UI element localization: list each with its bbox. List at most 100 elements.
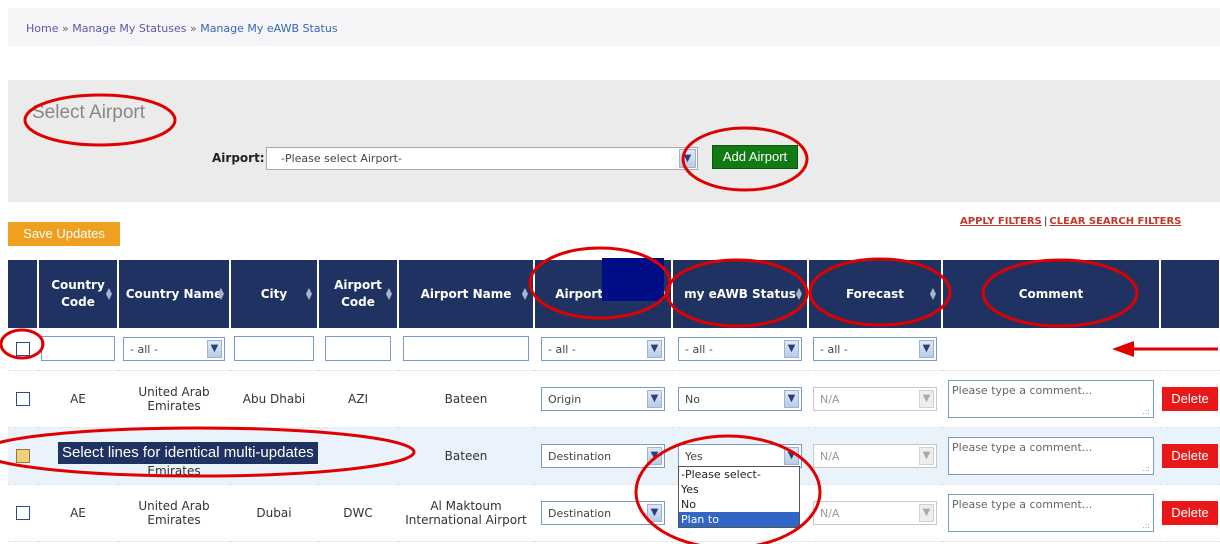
airport-type-select[interactable]: Destination ▼ xyxy=(541,443,665,468)
status-filter-select[interactable]: - all - ▼ xyxy=(678,336,802,361)
panel-title: Select Airport xyxy=(32,102,145,123)
add-airport-button[interactable]: Add Airport xyxy=(712,145,798,169)
dropdown-option[interactable]: No xyxy=(679,497,799,512)
header-airport-name[interactable]: Airport Name ▲ ▼ xyxy=(398,260,535,328)
clear-filters-link[interactable]: CLEAR SEARCH FILTERS xyxy=(1049,216,1181,227)
header-my-status[interactable]: my eAWB Status ▲ ▼ xyxy=(672,260,809,328)
header-city[interactable]: City ▲ ▼ xyxy=(230,260,319,328)
resize-grip-icon[interactable]: .:: xyxy=(1142,521,1150,530)
resize-grip-icon[interactable]: .:: xyxy=(1142,407,1150,416)
filter-cell: - all - ▼ xyxy=(672,328,808,371)
filter-links: APPLY FILTERS | CLEAR SEARCH FILTERS xyxy=(960,216,1181,227)
airport-code-filter-input[interactable] xyxy=(325,336,391,362)
multi-update-tooltip: Select lines for identical multi-updates xyxy=(58,442,318,464)
chevron-down-icon: ▼ xyxy=(919,389,934,408)
airport-name-cell: Bateen xyxy=(398,427,534,485)
resize-grip-icon[interactable]: .:: xyxy=(1142,464,1150,473)
select-all-checkbox[interactable] xyxy=(16,342,30,356)
airport-type-cell: Destination ▼ xyxy=(534,484,672,542)
chevron-down-icon[interactable]: ▼ xyxy=(647,339,662,358)
country-name-filter-select[interactable]: - all - ▼ xyxy=(123,336,225,361)
status-cell: No ▼ xyxy=(672,370,808,428)
row-select-cell xyxy=(8,484,38,542)
sort-icon[interactable]: ▲▼ xyxy=(796,287,802,301)
comment-textarea[interactable]: Please type a comment....:: xyxy=(948,436,1154,475)
country-name-cell: United Arab Emirates xyxy=(118,484,230,542)
chevron-down-icon[interactable]: ▼ xyxy=(784,389,799,408)
select-value: N/A xyxy=(820,392,840,406)
actions-cell: Delete xyxy=(1160,484,1220,542)
select-value: Yes xyxy=(685,449,703,463)
actions-cell: Delete xyxy=(1160,427,1220,485)
country-name-cell: United Arab Emirates xyxy=(118,370,230,428)
breadcrumb-manage-statuses[interactable]: Manage My Statuses xyxy=(72,22,186,35)
header-label: Country Name xyxy=(125,286,223,301)
airport-name-cell: Al Maktoum International Airport xyxy=(398,484,534,542)
chevron-down-icon[interactable]: ▼ xyxy=(679,149,696,168)
chevron-down-icon[interactable]: ▼ xyxy=(647,446,662,465)
filter-cell xyxy=(1160,328,1220,371)
airport-code-cell: DWC xyxy=(318,484,398,542)
airport-select[interactable]: -Please select Airport- ▼ xyxy=(266,147,698,170)
status-select[interactable]: No ▼ xyxy=(678,386,802,411)
row-checkbox[interactable] xyxy=(16,505,30,520)
sort-icon[interactable]: ▲▼ xyxy=(306,287,312,301)
chevron-down-icon: ▼ xyxy=(919,446,934,465)
table-row: AE United Arab Emirates Dubai DWC Al Mak… xyxy=(8,484,1220,542)
select-value: Destination xyxy=(548,506,612,520)
breadcrumb-current: Manage My eAWB Status xyxy=(200,22,338,35)
chevron-down-icon[interactable]: ▼ xyxy=(784,446,799,465)
select-value: Destination xyxy=(548,449,612,463)
forecast-cell: N/A ▼ xyxy=(808,484,942,542)
airport-code-cell: AZI xyxy=(318,370,398,428)
city-filter-input[interactable] xyxy=(234,336,314,362)
status-select[interactable]: Yes ▼ xyxy=(678,443,802,468)
sort-icon[interactable]: ▲▼ xyxy=(218,287,224,301)
header-country-code[interactable]: Country Code ▲ ▼ xyxy=(38,260,119,328)
sort-icon[interactable]: ▲▼ xyxy=(522,287,528,301)
delete-button[interactable]: Delete xyxy=(1162,386,1218,411)
row-checkbox[interactable] xyxy=(16,391,30,406)
sort-icon[interactable]: ▲▼ xyxy=(930,287,936,301)
save-updates-button[interactable]: Save Updates xyxy=(8,222,120,246)
breadcrumb-home[interactable]: Home xyxy=(26,22,58,35)
airport-type-select[interactable]: Destination ▼ xyxy=(541,500,665,525)
delete-button[interactable]: Delete xyxy=(1162,500,1218,525)
chevron-down-icon[interactable]: ▼ xyxy=(784,339,799,358)
forecast-cell: N/A ▼ xyxy=(808,370,942,428)
chevron-down-icon[interactable]: ▼ xyxy=(919,339,934,358)
select-value: - all - xyxy=(685,342,713,356)
country-code-filter-input[interactable] xyxy=(41,336,115,362)
header-label: Forecast xyxy=(845,286,905,301)
header-actions xyxy=(1160,260,1220,328)
airport-select-value: -Please select Airport- xyxy=(281,152,402,165)
header-airport-code[interactable]: Airport Code ▲ ▼ xyxy=(318,260,399,328)
forecast-filter-select[interactable]: - all - ▼ xyxy=(813,336,937,361)
header-label: Airport Name xyxy=(420,286,512,301)
row-checkbox[interactable] xyxy=(16,448,30,463)
comment-textarea[interactable]: Please type a comment....:: xyxy=(948,493,1154,532)
chevron-down-icon[interactable]: ▼ xyxy=(207,339,222,358)
status-dropdown-list: -Please select- Yes No Plan to xyxy=(678,466,800,528)
dropdown-option[interactable]: Yes xyxy=(679,482,799,497)
city-cell: Dubai xyxy=(230,484,318,542)
dropdown-option[interactable]: -Please select- xyxy=(679,467,799,482)
header-forecast[interactable]: Forecast ▲ ▼ xyxy=(808,260,943,328)
comment-placeholder: Please type a comment... xyxy=(952,383,1093,397)
header-country-name[interactable]: Country Name ▲ ▼ xyxy=(118,260,231,328)
chevron-down-icon[interactable]: ▼ xyxy=(647,389,662,408)
airport-type-select[interactable]: Origin ▼ xyxy=(541,386,665,411)
sort-icon[interactable]: ▲▼ xyxy=(386,287,392,301)
delete-button[interactable]: Delete xyxy=(1162,443,1218,468)
airport-name-filter-input[interactable] xyxy=(403,336,529,362)
comment-textarea[interactable]: Please type a comment....:: xyxy=(948,379,1154,418)
forecast-select: N/A ▼ xyxy=(813,443,937,468)
chevron-down-icon[interactable]: ▼ xyxy=(647,503,662,522)
comment-placeholder: Please type a comment... xyxy=(952,497,1093,511)
apply-filters-link[interactable]: APPLY FILTERS xyxy=(960,216,1042,227)
airport-code-cell xyxy=(318,427,398,485)
row-select-cell xyxy=(8,427,38,485)
dropdown-option-highlighted[interactable]: Plan to xyxy=(679,512,799,527)
airport-type-filter-select[interactable]: - all - ▼ xyxy=(541,336,665,361)
sort-icon[interactable]: ▲▼ xyxy=(106,287,112,301)
